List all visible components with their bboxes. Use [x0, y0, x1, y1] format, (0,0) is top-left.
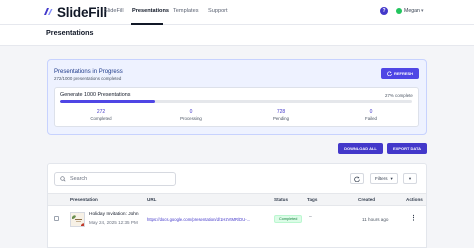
thumbnail-image [71, 213, 84, 226]
search-field[interactable] [54, 172, 176, 186]
row-url-link[interactable]: https://docs.google.com/presentation/d/1… [147, 217, 267, 222]
download-all-button[interactable]: DOWNLOAD ALL [338, 143, 383, 154]
column-header[interactable]: Presentation [70, 197, 98, 202]
brand-logo[interactable]: SlideFill [42, 3, 107, 21]
job-percent: 27% complete [385, 93, 413, 98]
status-badge: Completed [274, 215, 303, 223]
progress-title: Presentations in Progress [54, 69, 123, 75]
refresh-button[interactable]: REFRESH [381, 68, 419, 79]
refresh-label: REFRESH [393, 71, 414, 76]
more-vertical-icon[interactable]: ⋮ [410, 214, 417, 222]
stat-failed-value: 0 [369, 109, 373, 115]
job-title: Generate 1000 Presentations [60, 92, 131, 98]
nav-link-templates[interactable]: Templates [173, 8, 199, 14]
slide-thumbnail[interactable] [70, 212, 85, 227]
row-created: 11 hours ago [362, 217, 389, 222]
row-date: May 24, 2025 12:35 PM [89, 220, 138, 225]
row-tags: – [309, 214, 312, 220]
stat-completed-label: Completed [90, 116, 112, 121]
user-name[interactable]: Megan [404, 8, 420, 14]
refresh-icon [354, 176, 360, 182]
chevron-down-icon: ▾ [408, 175, 412, 181]
column-header[interactable]: Tags [307, 197, 317, 202]
filter-toggle-button[interactable]: ▾ [403, 173, 417, 184]
search-input[interactable] [70, 176, 170, 182]
stat-completed-value: 272 [96, 109, 106, 115]
progress-bar-fill [60, 100, 156, 103]
help-icon[interactable]: ? [380, 7, 388, 15]
refresh-icon [387, 71, 392, 76]
progress-bar [60, 100, 412, 103]
refresh-table-button[interactable] [350, 173, 364, 184]
slidefill-logo-icon [44, 8, 53, 15]
column-header[interactable]: Status [274, 197, 288, 202]
stat-failed-label: Failed [365, 116, 377, 121]
avatar[interactable] [396, 8, 402, 14]
nav-link-support[interactable]: Support [208, 8, 228, 14]
stat-pending-value: 728 [276, 109, 286, 115]
nav-link-presentations[interactable]: Presentations [132, 8, 169, 14]
stat-processing-label: Processing [180, 116, 202, 121]
column-header[interactable]: Actions [406, 197, 423, 202]
nav-link-slidefill[interactable]: SlideFill [104, 8, 124, 14]
stat-processing-value: 0 [189, 109, 193, 115]
export-data-button[interactable]: EXPORT DATA [387, 143, 427, 154]
filter-chevron-icon: ▾ [390, 175, 393, 181]
column-header[interactable]: Created [358, 197, 375, 202]
page-title: Presentations [46, 28, 94, 37]
row-title[interactable]: Holiday Invitation: John [89, 212, 139, 217]
filters-dropdown[interactable]: Filters ▾ [370, 173, 398, 184]
row-checkbox[interactable] [54, 216, 59, 221]
chevron-down-icon[interactable]: ▾ [421, 8, 424, 14]
search-icon [60, 176, 66, 182]
stat-pending-label: Pending [272, 116, 290, 121]
progress-subtitle: 272/1000 presentations completed [54, 76, 122, 81]
column-header[interactable]: URL [147, 197, 156, 202]
filters-label: Filters [375, 176, 388, 181]
brand-name: SlideFill [57, 4, 107, 20]
